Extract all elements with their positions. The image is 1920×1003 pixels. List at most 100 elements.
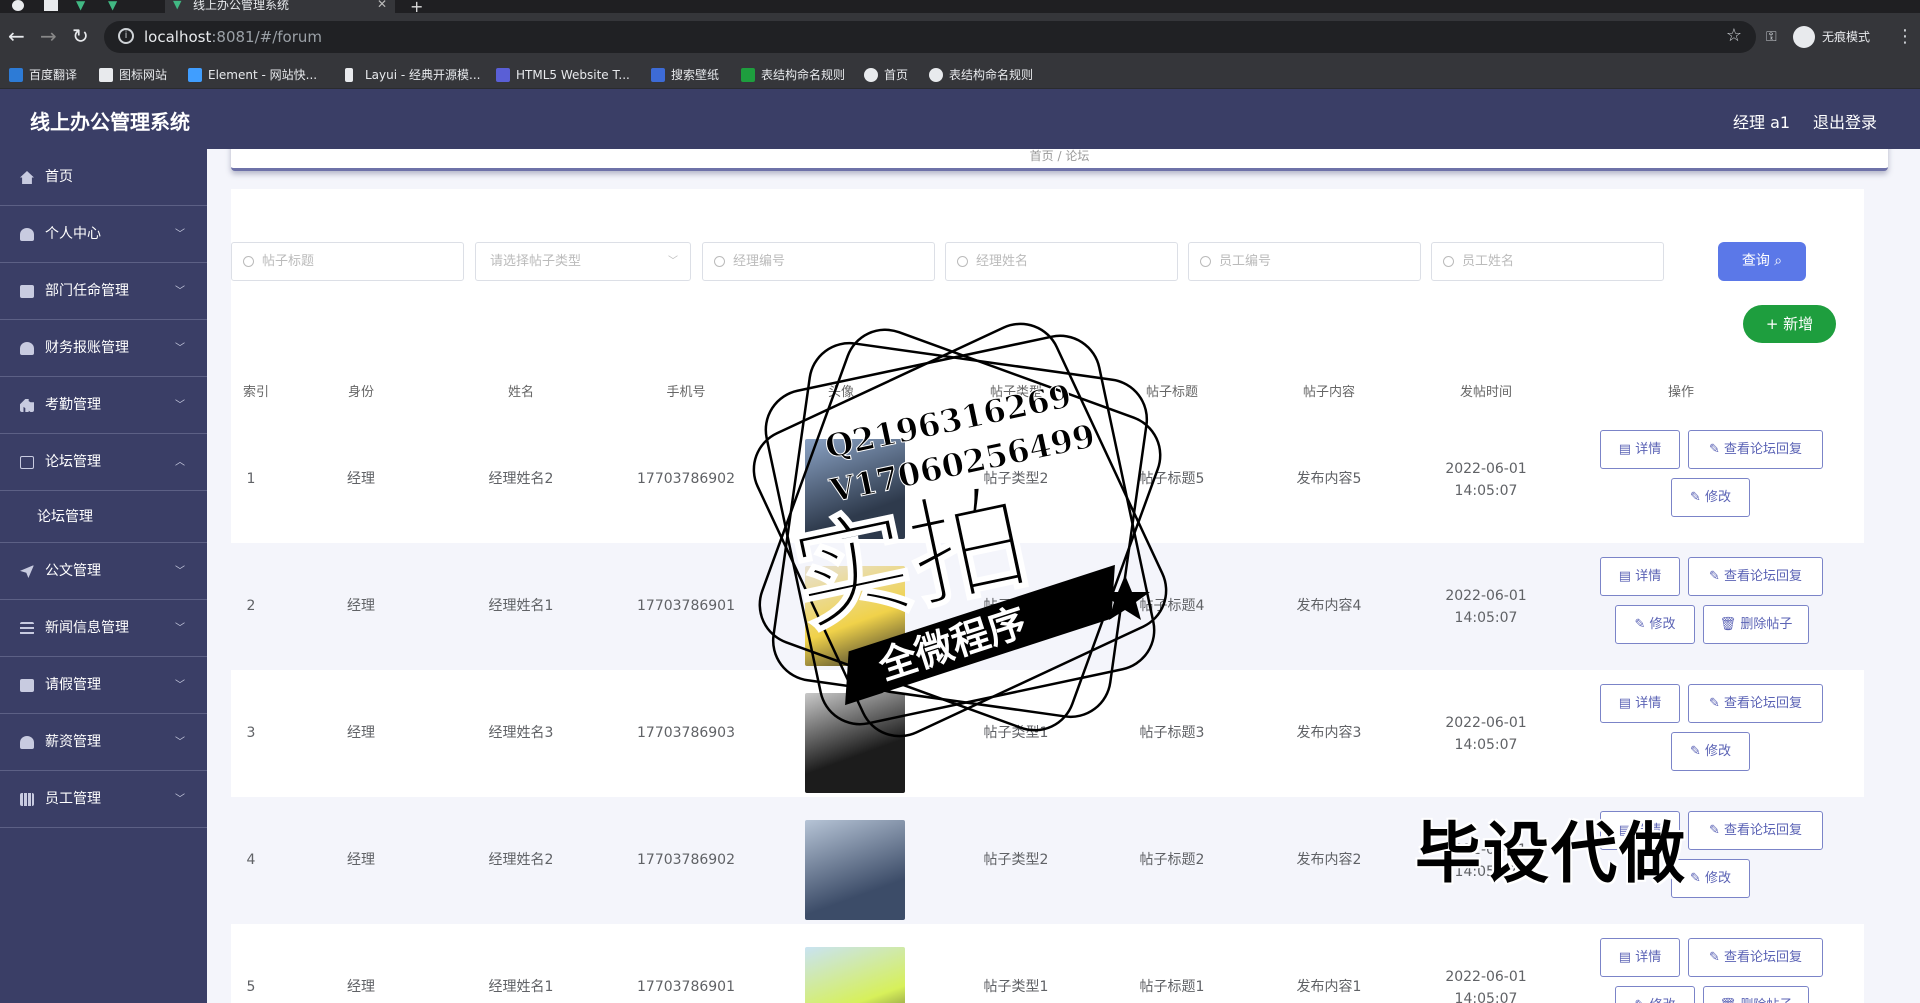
- cell-index: 2: [246, 598, 256, 614]
- view-replies-button[interactable]: ✎ 查看论坛回复: [1688, 430, 1823, 469]
- cell-title: 帖子标题3: [1139, 725, 1205, 741]
- table-row: 3 经理 经理姓名3 17703786903 帖子类型1 帖子标题3 发布内容3 2022-0…: [231, 670, 1864, 797]
- vue-tab-icon[interactable]: ▼: [108, 0, 122, 11]
- watermark-bottom: 毕设代做: [1415, 815, 1687, 892]
- vue-tab-icon[interactable]: ▼: [76, 0, 90, 11]
- cell-type: 帖子类型1: [983, 979, 1049, 995]
- sidebar-item-home[interactable]: 首页: [0, 149, 207, 206]
- logout-button[interactable]: 退出登录: [1813, 109, 1877, 133]
- delete-post-button[interactable]: 🗑 删除帖子: [1703, 986, 1809, 1003]
- bookmark-item[interactable]: 表结构命名规则: [929, 67, 1033, 83]
- bookmark-item[interactable]: HTML5 Website T...: [496, 67, 630, 83]
- search-icon: [1200, 256, 1211, 267]
- sidebar-item-salary[interactable]: 薪资管理 ﹀: [0, 714, 207, 771]
- chevron-down-icon: ﹀: [175, 623, 185, 634]
- bookmark-item[interactable]: 百度翻译: [9, 67, 77, 83]
- view-replies-button[interactable]: ✎ 查看论坛回复: [1688, 938, 1823, 977]
- bookmark-item[interactable]: 表结构命名规则: [741, 67, 845, 83]
- document-icon: ▤: [1618, 442, 1636, 457]
- sidebar-item-employee[interactable]: 员工管理 ﹀: [0, 771, 207, 828]
- bar-chart-icon: [20, 399, 34, 412]
- browser-menu-icon[interactable]: [12, 0, 24, 11]
- post-type-select[interactable]: 请选择帖子类型 ﹀: [475, 242, 691, 281]
- bookmark-item[interactable]: 首页: [864, 67, 908, 83]
- bookmark-item[interactable]: Element - 网站快...: [188, 67, 317, 83]
- site-info-icon[interactable]: i: [118, 28, 134, 44]
- detail-button[interactable]: ▤ 详情: [1600, 938, 1680, 977]
- trash-icon: 🗑: [1720, 998, 1741, 1003]
- chevron-down-icon: ﹀: [175, 400, 185, 411]
- edit-icon: ✎: [1708, 569, 1724, 584]
- sidebar-item-finance[interactable]: 财务报账管理 ﹀: [0, 320, 207, 377]
- employee-no-input[interactable]: 员工编号: [1188, 242, 1421, 281]
- bookmark-item[interactable]: Layui - 经典开源模...: [345, 67, 480, 83]
- sidebar-subitem-forum[interactable]: 论坛管理: [0, 491, 207, 543]
- cell-phone: 17703786901: [637, 979, 735, 995]
- copy-icon: [20, 456, 34, 469]
- manager-name-input[interactable]: 经理姓名: [945, 242, 1178, 281]
- browser-menu-dots-icon[interactable]: ⋮: [1896, 26, 1914, 47]
- user-icon: [20, 228, 34, 241]
- sidebar-item-documents[interactable]: 公文管理 ﹀: [0, 543, 207, 600]
- breadcrumb-home[interactable]: 首页: [1030, 149, 1054, 163]
- edit-button[interactable]: ✎ 修改: [1671, 732, 1750, 771]
- bookmark-item[interactable]: 图标网站: [99, 67, 167, 83]
- avatar: [805, 566, 905, 666]
- chevron-down-icon: ﹀: [175, 343, 185, 354]
- browser-tab-active[interactable]: ▼ 线上办公管理系统 ✕: [165, 0, 395, 13]
- globe-icon: [929, 68, 943, 82]
- col-index: 索引: [242, 385, 269, 400]
- add-button[interactable]: + 新增: [1743, 305, 1836, 343]
- close-tab-icon[interactable]: ✕: [377, 0, 387, 10]
- query-button[interactable]: 查询 ⌕: [1718, 242, 1806, 281]
- edit-icon: ✎: [1689, 744, 1705, 759]
- edit-icon: ✎: [1708, 442, 1724, 457]
- bookmark-star-icon[interactable]: ☆: [1726, 25, 1742, 46]
- sidebar-item-news[interactable]: 新闻信息管理 ﹀: [0, 600, 207, 657]
- books-icon: [20, 793, 34, 806]
- chevron-down-icon: ﹀: [175, 737, 185, 748]
- forward-icon[interactable]: →: [40, 26, 57, 46]
- avatar: [805, 947, 905, 1003]
- cell-time: 2022-06-01 14:05:07: [1445, 715, 1527, 753]
- cell-index: 3: [246, 725, 256, 741]
- view-replies-button[interactable]: ✎ 查看论坛回复: [1688, 811, 1823, 850]
- url-field[interactable]: i localhost:8081/#/forum ☆: [104, 21, 1756, 53]
- detail-button[interactable]: ▤ 详情: [1600, 430, 1680, 469]
- detail-button[interactable]: ▤ 详情: [1600, 684, 1680, 723]
- cell-name: 经理姓名1: [488, 598, 554, 614]
- sidebar-item-department[interactable]: 部门任命管理 ﹀: [0, 263, 207, 320]
- wallpaper-icon: [651, 68, 665, 82]
- url-text: localhost:8081/#/forum: [144, 28, 322, 46]
- sidebar-item-profile[interactable]: 个人中心 ﹀: [0, 206, 207, 263]
- sidebar-item-attendance[interactable]: 考勤管理 ﹀: [0, 377, 207, 434]
- employee-name-input[interactable]: 员工姓名: [1431, 242, 1664, 281]
- edit-button[interactable]: ✎ 修改: [1615, 986, 1695, 1003]
- view-replies-button[interactable]: ✎ 查看论坛回复: [1688, 684, 1823, 723]
- sidebar-item-leave[interactable]: 请假管理 ﹀: [0, 657, 207, 714]
- key-icon[interactable]: ⚿: [1766, 29, 1777, 45]
- incognito-badge[interactable]: 无痕模式: [1790, 25, 1870, 49]
- cell-content: 发布内容4: [1296, 598, 1362, 614]
- detail-button[interactable]: ▤ 详情: [1600, 557, 1680, 596]
- col-title: 帖子标题: [1145, 385, 1198, 400]
- delete-post-button[interactable]: 🗑 删除帖子: [1703, 605, 1809, 644]
- bookmark-item[interactable]: 搜索壁纸: [651, 67, 719, 83]
- window-icon[interactable]: [44, 0, 58, 11]
- view-replies-button[interactable]: ✎ 查看论坛回复: [1688, 557, 1823, 596]
- edit-button[interactable]: ✎ 修改: [1671, 478, 1750, 517]
- cell-phone: 17703786902: [637, 852, 735, 868]
- manager-no-input[interactable]: 经理编号: [702, 242, 935, 281]
- avatar: [805, 820, 905, 920]
- post-title-input[interactable]: 帖子标题: [231, 242, 464, 281]
- avatar: [805, 439, 905, 539]
- reload-icon[interactable]: ↻: [72, 26, 89, 46]
- cell-title: 帖子标题1: [1139, 979, 1205, 995]
- back-icon[interactable]: ←: [8, 26, 25, 46]
- home-icon: [20, 171, 34, 184]
- sidebar-item-forum[interactable]: 论坛管理 ︿: [0, 434, 207, 491]
- cell-time: 2022-06-01 14:05:07: [1445, 969, 1527, 1003]
- cell-type: 帖子类型2: [983, 471, 1049, 487]
- edit-button[interactable]: ✎ 修改: [1615, 605, 1695, 644]
- edit-icon: ✎: [1708, 696, 1724, 711]
